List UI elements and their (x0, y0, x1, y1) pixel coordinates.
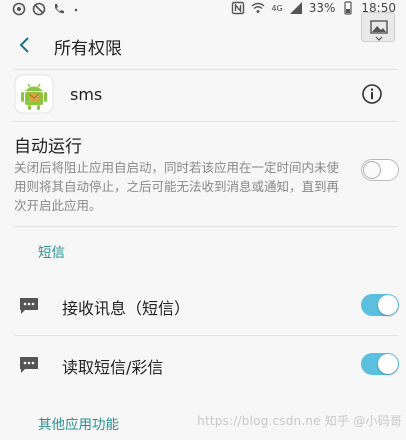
toggle-knob (378, 354, 398, 374)
status-left-icons (12, 2, 86, 16)
permission-label: 读取短信/彩信 (62, 358, 164, 377)
call-icon (55, 4, 64, 14)
battery-percent: 33% (308, 1, 336, 15)
autorun-title: 自动运行 (14, 137, 82, 157)
toggle-knob (363, 160, 381, 179)
watermark: https://blog.csdn.ne 知乎 @小码哥 (197, 414, 402, 428)
wifi-icon (251, 2, 265, 13)
message-icon (20, 357, 38, 373)
battery-icon (344, 1, 353, 15)
chevron-left-icon[interactable] (14, 34, 36, 56)
autorun-toggle[interactable] (361, 159, 399, 181)
section-header-sms: 短信 (38, 245, 65, 261)
message-icon (20, 298, 38, 314)
signal-icon (289, 2, 302, 14)
android-robot-icon (14, 74, 54, 114)
page-title: 所有权限 (54, 39, 122, 59)
divider (14, 226, 398, 227)
autorun-setting[interactable]: 自动运行 关闭后将阻止应用自启动，同时若该应用在一定时间内未使用则将其自动停止，… (0, 126, 406, 226)
permission-toggle[interactable] (361, 294, 399, 316)
permission-label: 接收讯息（短信） (62, 299, 191, 318)
toolbar: 所有权限 (0, 22, 406, 68)
info-icon[interactable] (361, 83, 383, 105)
dot-icon (74, 8, 78, 12)
permission-toggle[interactable] (361, 353, 399, 375)
network-label: 4G (271, 3, 283, 13)
section-header-other-functions: 其他应用功能 (38, 417, 119, 433)
app-name: sms (70, 85, 103, 104)
sync-icon (12, 2, 26, 16)
toggle-knob (378, 295, 398, 315)
autorun-description: 关闭后将阻止应用自启动，同时若该应用在一定时间内未使用则将其自动停止，之后可能无… (14, 160, 340, 213)
permission-row-receive-sms[interactable]: 接收讯息（短信） (0, 277, 406, 333)
blocked-icon (32, 2, 46, 16)
permission-row-read-sms-mms[interactable]: 读取短信/彩信 (0, 336, 406, 392)
app-header: sms (0, 68, 406, 122)
nfc-icon (232, 1, 245, 15)
divider (14, 121, 398, 122)
status-bar: 4G 33% 18:50 (0, 0, 406, 20)
